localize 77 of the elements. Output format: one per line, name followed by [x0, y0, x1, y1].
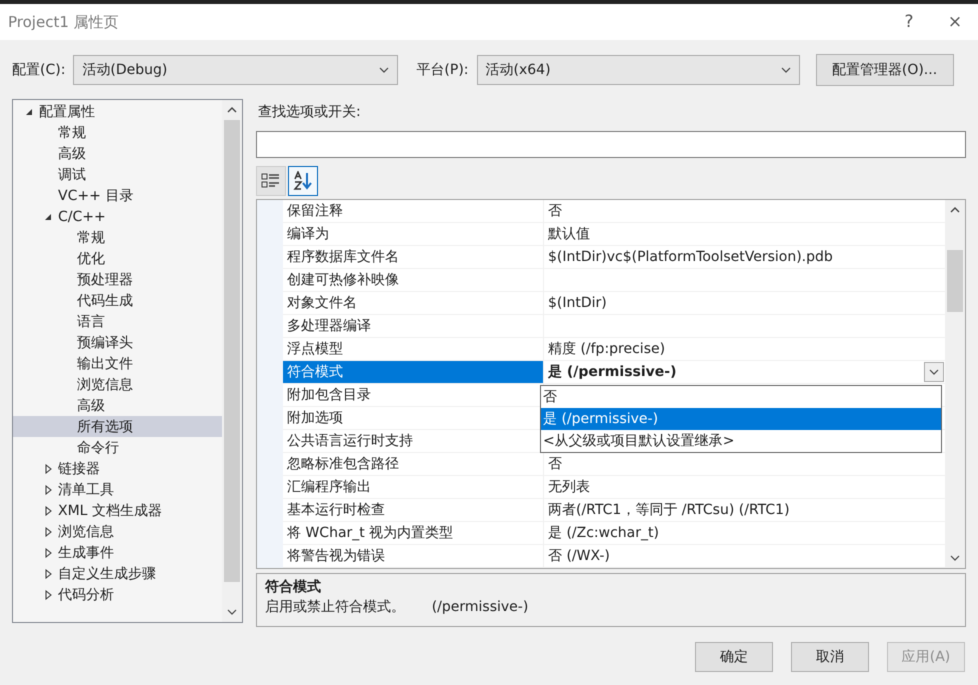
scroll-down-icon	[227, 609, 237, 615]
config-dropdown[interactable]: 活动(Debug)	[73, 55, 398, 85]
tree-item[interactable]: 配置属性	[13, 101, 222, 122]
tree-item[interactable]: 浏览信息	[13, 374, 222, 395]
sort-icon	[293, 171, 313, 191]
tree-item[interactable]: 优化	[13, 248, 222, 269]
tree-item[interactable]: 语言	[13, 311, 222, 332]
collapsed-icon[interactable]	[44, 464, 52, 474]
tree-item[interactable]: 清单工具	[13, 479, 222, 500]
chevron-icon	[780, 67, 791, 73]
scrollbar[interactable]	[945, 200, 965, 568]
property-row[interactable]: 将警告视为错误 否 (/WX-)	[283, 545, 945, 568]
tree-item[interactable]: 代码分析	[13, 584, 222, 605]
tree-item[interactable]: C/C++	[13, 206, 222, 227]
close-button[interactable]: ×	[932, 11, 978, 33]
tree-item[interactable]: 链接器	[13, 458, 222, 479]
collapsed-icon[interactable]	[44, 548, 52, 558]
dropdown-button[interactable]	[924, 362, 944, 382]
collapsed-icon[interactable]	[44, 506, 52, 516]
property-row[interactable]: 符合模式 是 (/permissive-)	[283, 361, 945, 384]
tree-item[interactable]: 生成事件	[13, 542, 222, 563]
dropdown-option[interactable]: 是 (/permissive-)	[541, 408, 941, 430]
description-title: 符合模式	[265, 578, 322, 596]
property-row[interactable]: 程序数据库文件名 $(IntDir)vc$(PlatformToolsetVersion).pdb	[283, 246, 945, 269]
tree-item[interactable]: 常规	[13, 122, 222, 143]
collapsed-icon[interactable]	[44, 526, 52, 536]
scroll-thumb[interactable]	[947, 250, 963, 312]
dropdown-option[interactable]: <从父级或项目默认设置继承>	[541, 430, 941, 452]
dialog-button[interactable]: 确定	[695, 642, 773, 672]
categorized-view-button[interactable]	[256, 166, 286, 196]
list-view-icon	[261, 172, 281, 190]
property-row[interactable]: 编译为 默认值	[283, 223, 945, 246]
property-row[interactable]: 创建可热修补映像	[283, 269, 945, 292]
scroll-thumb[interactable]	[224, 120, 240, 582]
tree-item[interactable]: 命令行	[13, 437, 222, 458]
description-text: 启用或禁止符合模式。 (/permissive-)	[265, 598, 530, 616]
tree-item[interactable]: 浏览信息	[13, 521, 222, 542]
property-row[interactable]: 对象文件名 $(IntDir)	[283, 292, 945, 315]
scroll-up-icon[interactable]	[950, 207, 960, 213]
tree-item[interactable]: VC++ 目录	[13, 185, 222, 206]
scroll-down-icon	[950, 555, 960, 561]
search-field[interactable]	[256, 131, 966, 158]
dropdown-option[interactable]: 否	[541, 386, 941, 408]
dialog-button[interactable]: 取消	[791, 642, 869, 672]
property-row[interactable]: 将 WChar_t 视为内置类型 是 (/Zc:wchar_t)	[283, 522, 945, 545]
tree-item[interactable]: 常规	[13, 227, 222, 248]
platform-label: 平台(P):	[416, 61, 469, 79]
alphabetical-sort-button[interactable]	[288, 166, 318, 196]
property-row[interactable]: 保留注释 否	[283, 200, 945, 223]
window-title: Project1 属性页	[8, 12, 120, 32]
tree-item[interactable]: 输出文件	[13, 353, 222, 374]
tree-item[interactable]: 高级	[13, 395, 222, 416]
search-label: 查找选项或开关:	[257, 103, 362, 122]
expanded-icon[interactable]	[44, 212, 52, 220]
chevron-icon	[929, 369, 939, 375]
tree-item[interactable]: 自定义生成步骤	[13, 563, 222, 584]
tree-item[interactable]: 调试	[13, 164, 222, 185]
chevron-icon	[379, 67, 390, 73]
help-button[interactable]: ?	[886, 11, 932, 33]
collapsed-icon[interactable]	[44, 590, 52, 600]
scroll-up-icon[interactable]	[227, 107, 237, 113]
tree-item[interactable]: 预编译头	[13, 332, 222, 353]
scrollbar[interactable]	[222, 100, 242, 622]
property-row[interactable]: 多处理器编译	[283, 315, 945, 338]
tree-item[interactable]: 代码生成	[13, 290, 222, 311]
tree-item[interactable]: XML 文档生成器	[13, 500, 222, 521]
tree-item[interactable]: 预处理器	[13, 269, 222, 290]
collapsed-icon[interactable]	[44, 568, 52, 578]
config-manager-button[interactable]: 配置管理器(O)...	[816, 54, 954, 86]
property-row[interactable]: 基本运行时检查 两者(/RTC1，等同于 /RTCsu) (/RTC1)	[283, 499, 945, 522]
property-row[interactable]: 汇编程序输出 无列表	[283, 476, 945, 499]
tree-item[interactable]: 高级	[13, 143, 222, 164]
expanded-icon[interactable]	[25, 108, 33, 116]
platform-dropdown[interactable]: 活动(x64)	[476, 55, 800, 85]
collapsed-icon[interactable]	[44, 484, 52, 494]
config-label: 配置(C):	[12, 61, 66, 79]
tree-item[interactable]: 所有选项	[13, 416, 222, 437]
